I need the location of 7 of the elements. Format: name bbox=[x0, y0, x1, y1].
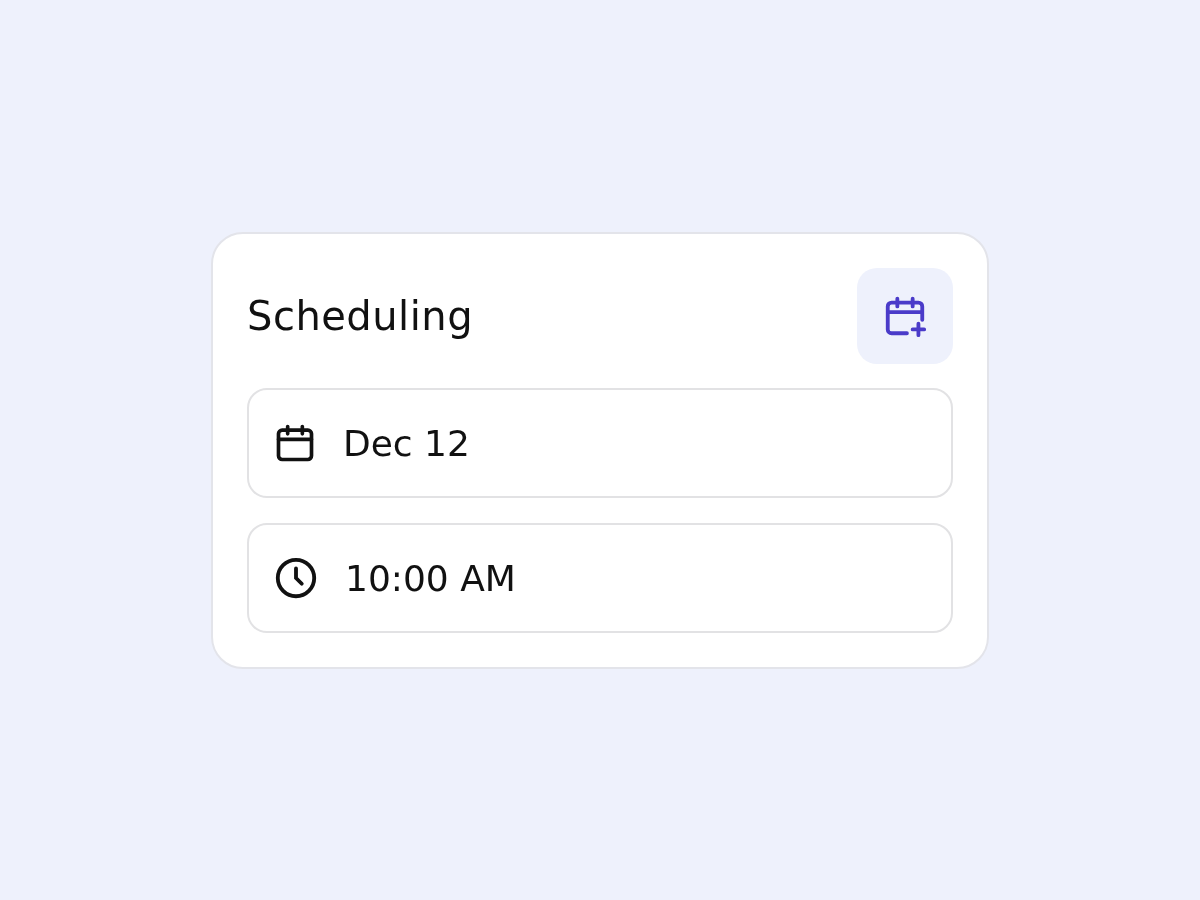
add-event-button[interactable] bbox=[857, 268, 953, 364]
card-title: Scheduling bbox=[247, 293, 474, 339]
time-field[interactable]: 10:00 AM bbox=[247, 523, 953, 633]
field-value: Dec 12 bbox=[343, 422, 470, 464]
field-value: 10:00 AM bbox=[345, 557, 516, 599]
date-field[interactable]: Dec 12 bbox=[247, 388, 953, 498]
clock-icon bbox=[273, 555, 319, 601]
